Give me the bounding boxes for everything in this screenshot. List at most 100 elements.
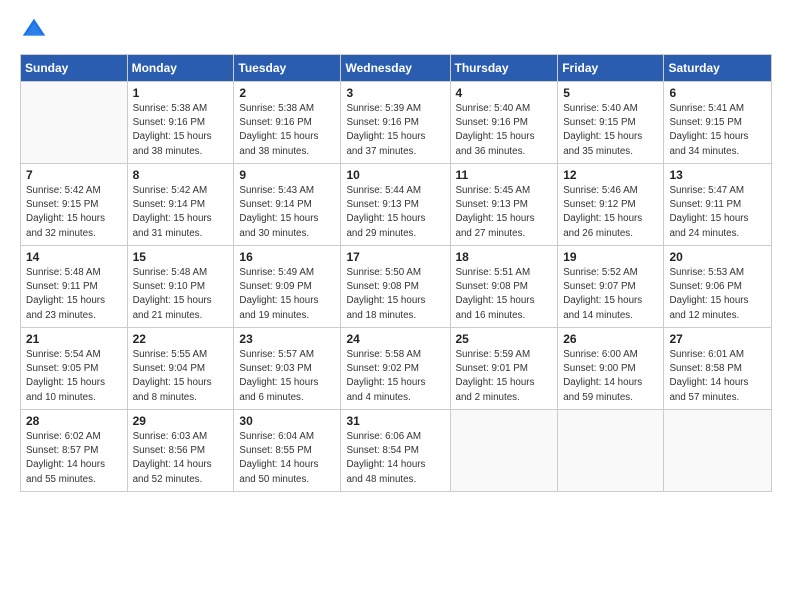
day-number: 6: [669, 86, 766, 100]
day-cell: 24 Sunrise: 5:58 AMSunset: 9:02 PMDayligh…: [341, 328, 450, 410]
day-number: 18: [456, 250, 553, 264]
day-cell: 11 Sunrise: 5:45 AMSunset: 9:13 PMDayligh…: [450, 164, 558, 246]
day-info: Sunrise: 5:48 AMSunset: 9:10 PMDaylight:…: [133, 266, 229, 323]
weekday-friday: Friday: [558, 55, 664, 82]
day-info: Sunrise: 5:48 AMSunset: 9:11 PMDaylight:…: [26, 266, 122, 323]
day-info: Sunrise: 5:55 AMSunset: 9:04 PMDaylight:…: [133, 348, 229, 405]
day-cell: 5 Sunrise: 5:40 AMSunset: 9:15 PMDaylight…: [558, 82, 664, 164]
day-cell: 27 Sunrise: 6:01 AMSunset: 8:58 PMDayligh…: [664, 328, 772, 410]
day-cell: 25Sunrise: 5:59 AMSunset: 9:01 PMDayligh…: [450, 328, 558, 410]
day-number: 11: [456, 168, 553, 182]
week-row-5: 28Sunrise: 6:02 AMSunset: 8:57 PMDayligh…: [21, 410, 772, 492]
day-info: Sunrise: 5:44 AMSunset: 9:13 PMDaylight:…: [346, 184, 444, 241]
day-cell: 21 Sunrise: 5:54 AMSunset: 9:05 PMDayligh…: [21, 328, 128, 410]
day-info: Sunrise: 5:50 AMSunset: 9:08 PMDaylight:…: [346, 266, 444, 323]
day-info: Sunrise: 5:45 AMSunset: 9:13 PMDaylight:…: [456, 184, 553, 241]
day-number: 9: [239, 168, 335, 182]
day-number: 15: [133, 250, 229, 264]
weekday-sunday: Sunday: [21, 55, 128, 82]
day-number: 16: [239, 250, 335, 264]
day-cell: 13 Sunrise: 5:47 AMSunset: 9:11 PMDayligh…: [664, 164, 772, 246]
weekday-header-row: SundayMondayTuesdayWednesdayThursdayFrid…: [21, 55, 772, 82]
day-info: Sunrise: 6:04 AMSunset: 8:55 PMDaylight:…: [239, 430, 335, 487]
day-number: 27: [669, 332, 766, 346]
day-number: 30: [239, 414, 335, 428]
day-number: 31: [346, 414, 444, 428]
day-cell: 1Sunrise: 5:38 AMSunset: 9:16 PMDaylight…: [127, 82, 234, 164]
day-number: 13: [669, 168, 766, 182]
day-cell: 15 Sunrise: 5:48 AMSunset: 9:10 PMDayligh…: [127, 246, 234, 328]
weekday-tuesday: Tuesday: [234, 55, 341, 82]
day-number: 10: [346, 168, 444, 182]
day-info: Sunrise: 5:39 AMSunset: 9:16 PMDaylight:…: [346, 102, 444, 159]
weekday-monday: Monday: [127, 55, 234, 82]
day-number: 3: [346, 86, 444, 100]
calendar-table: SundayMondayTuesdayWednesdayThursdayFrid…: [20, 54, 772, 492]
week-row-3: 14 Sunrise: 5:48 AMSunset: 9:11 PMDayligh…: [21, 246, 772, 328]
day-number: 4: [456, 86, 553, 100]
day-number: 24: [346, 332, 444, 346]
day-info: Sunrise: 5:49 AMSunset: 9:09 PMDaylight:…: [239, 266, 335, 323]
day-info: Sunrise: 5:40 AMSunset: 9:15 PMDaylight:…: [563, 102, 658, 159]
weekday-saturday: Saturday: [664, 55, 772, 82]
day-info: Sunrise: 5:41 AMSunset: 9:15 PMDaylight:…: [669, 102, 766, 159]
day-cell: 16 Sunrise: 5:49 AMSunset: 9:09 PMDayligh…: [234, 246, 341, 328]
day-number: 14: [26, 250, 122, 264]
day-cell: 6 Sunrise: 5:41 AMSunset: 9:15 PMDaylight…: [664, 82, 772, 164]
day-number: 25: [456, 332, 553, 346]
day-number: 17: [346, 250, 444, 264]
day-cell: 14 Sunrise: 5:48 AMSunset: 9:11 PMDayligh…: [21, 246, 128, 328]
day-cell: 3 Sunrise: 5:39 AMSunset: 9:16 PMDaylight…: [341, 82, 450, 164]
day-info: Sunrise: 5:58 AMSunset: 9:02 PMDaylight:…: [346, 348, 444, 405]
day-cell: [558, 410, 664, 492]
day-info: Sunrise: 5:53 AMSunset: 9:06 PMDaylight:…: [669, 266, 766, 323]
day-info: Sunrise: 5:42 AMSunset: 9:15 PMDaylight:…: [26, 184, 122, 241]
logo: [20, 16, 52, 44]
day-cell: 28Sunrise: 6:02 AMSunset: 8:57 PMDayligh…: [21, 410, 128, 492]
day-info: Sunrise: 6:06 AMSunset: 8:54 PMDaylight:…: [346, 430, 444, 487]
day-number: 2: [239, 86, 335, 100]
day-cell: 4 Sunrise: 5:40 AMSunset: 9:16 PMDaylight…: [450, 82, 558, 164]
day-info: Sunrise: 5:51 AMSunset: 9:08 PMDaylight:…: [456, 266, 553, 323]
day-cell: 17 Sunrise: 5:50 AMSunset: 9:08 PMDayligh…: [341, 246, 450, 328]
week-row-1: 1 Sunrise: 5:38 AMSunset: 9:16 PMDaylight…: [21, 82, 772, 164]
day-info: Sunrise: 6:03 AMSunset: 8:56 PMDaylight:…: [133, 430, 229, 487]
day-number: 29: [133, 414, 229, 428]
day-cell: 12Sunrise: 5:46 AMSunset: 9:12 PMDayligh…: [558, 164, 664, 246]
day-cell: [664, 410, 772, 492]
day-cell: 22 Sunrise: 5:55 AMSunset: 9:04 PMDayligh…: [127, 328, 234, 410]
day-cell: 9 Sunrise: 5:43 AMSunset: 9:14 PMDaylight…: [234, 164, 341, 246]
day-cell: 7Sunrise: 5:42 AMSunset: 9:15 PMDaylight…: [21, 164, 128, 246]
day-cell: 31 Sunrise: 6:06 AMSunset: 8:54 PMDayligh…: [341, 410, 450, 492]
day-number: 23: [239, 332, 335, 346]
weekday-thursday: Thursday: [450, 55, 558, 82]
day-info: Sunrise: 5:42 AMSunset: 9:14 PMDaylight:…: [133, 184, 229, 241]
day-number: 20: [669, 250, 766, 264]
page: SundayMondayTuesdayWednesdayThursdayFrid…: [0, 0, 792, 612]
weekday-wednesday: Wednesday: [341, 55, 450, 82]
day-number: 19: [563, 250, 658, 264]
day-number: 28: [26, 414, 122, 428]
day-number: 1: [133, 86, 229, 100]
week-row-4: 21 Sunrise: 5:54 AMSunset: 9:05 PMDayligh…: [21, 328, 772, 410]
day-info: Sunrise: 5:54 AMSunset: 9:05 PMDaylight:…: [26, 348, 122, 405]
day-cell: [450, 410, 558, 492]
day-info: Sunrise: 5:57 AMSunset: 9:03 PMDaylight:…: [239, 348, 335, 405]
day-info: Sunrise: 5:52 AMSunset: 9:07 PMDaylight:…: [563, 266, 658, 323]
day-info: Sunrise: 6:00 AMSunset: 9:00 PMDaylight:…: [563, 348, 658, 405]
day-cell: 19 Sunrise: 5:52 AMSunset: 9:07 PMDayligh…: [558, 246, 664, 328]
day-info: Sunrise: 5:43 AMSunset: 9:14 PMDaylight:…: [239, 184, 335, 241]
day-cell: 2 Sunrise: 5:38 AMSunset: 9:16 PMDaylight…: [234, 82, 341, 164]
day-number: 22: [133, 332, 229, 346]
day-number: 21: [26, 332, 122, 346]
day-cell: 26Sunrise: 6:00 AMSunset: 9:00 PMDayligh…: [558, 328, 664, 410]
day-number: 5: [563, 86, 658, 100]
day-info: Sunrise: 6:01 AMSunset: 8:58 PMDaylight:…: [669, 348, 766, 405]
day-info: Sunrise: 5:38 AMSunset: 9:16 PMDaylight:…: [239, 102, 335, 159]
day-info: Sunrise: 5:46 AMSunset: 9:12 PMDaylight:…: [563, 184, 658, 241]
day-cell: 20 Sunrise: 5:53 AMSunset: 9:06 PMDayligh…: [664, 246, 772, 328]
day-info: Sunrise: 5:47 AMSunset: 9:11 PMDaylight:…: [669, 184, 766, 241]
day-number: 8: [133, 168, 229, 182]
day-info: Sunrise: 5:40 AMSunset: 9:16 PMDaylight:…: [456, 102, 553, 159]
day-cell: 8 Sunrise: 5:42 AMSunset: 9:14 PMDaylight…: [127, 164, 234, 246]
